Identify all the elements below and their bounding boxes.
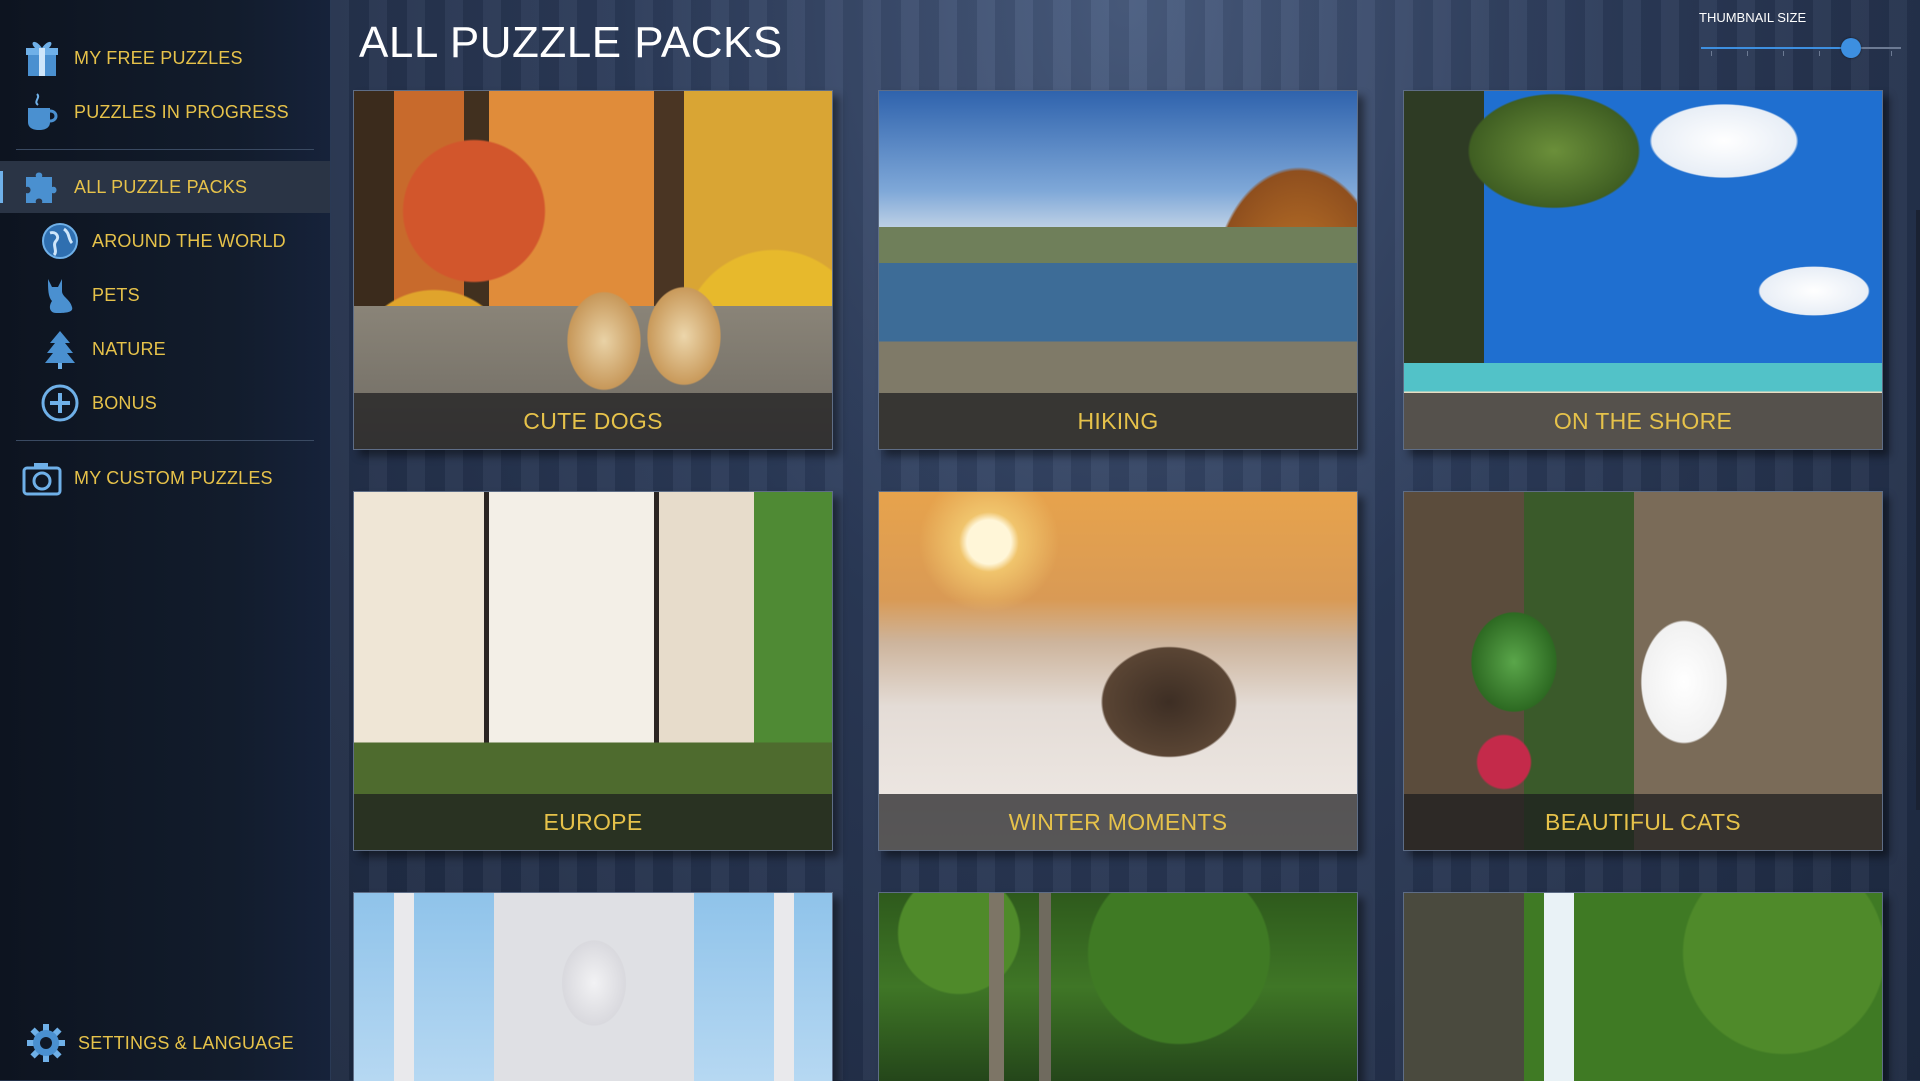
puzzle-pack-tile[interactable]	[353, 892, 833, 1081]
puzzle-piece-icon	[22, 167, 62, 207]
puzzle-pack-tile[interactable]: ON THE SHORE	[1403, 90, 1883, 450]
sidebar-item-label: MY CUSTOM PUZZLES	[74, 467, 273, 488]
sidebar-item-label: MY FREE PUZZLES	[74, 47, 243, 68]
sidebar-item-all-puzzle-packs[interactable]: ALL PUZZLE PACKS	[0, 161, 330, 213]
slider-knob[interactable]	[1841, 38, 1861, 58]
gift-icon	[22, 38, 62, 78]
main-content: ALL PUZZLE PACKS THUMBNAIL SIZE CUTE DOG…	[331, 0, 1920, 1081]
settings-language-label: SETTINGS & LANGUAGE	[78, 1032, 294, 1053]
sidebar-item-label: AROUND THE WORLD	[92, 230, 286, 251]
sidebar: MY FREE PUZZLES PUZZLES IN PROGRESS ALL …	[0, 0, 331, 1080]
slider-tick	[1891, 51, 1892, 56]
gear-icon	[26, 1023, 66, 1063]
pack-caption: EUROPE	[354, 794, 832, 850]
puzzle-pack-tile[interactable]: BEAUTIFUL CATS	[1403, 491, 1883, 851]
active-indicator	[0, 171, 3, 203]
sidebar-item-my-custom-puzzles[interactable]: MY CUSTOM PUZZLES	[0, 452, 330, 504]
sidebar-item-my-free-puzzles[interactable]: MY FREE PUZZLES	[0, 32, 330, 84]
sidebar-item-label: NATURE	[92, 338, 166, 359]
plus-circle-icon	[40, 383, 80, 423]
pack-name: BEAUTIFUL CATS	[1545, 808, 1741, 835]
cat-icon	[40, 275, 80, 315]
sidebar-item-label: ALL PUZZLE PACKS	[74, 176, 248, 197]
slider-fill	[1701, 47, 1851, 49]
pack-name: ON THE SHORE	[1553, 407, 1733, 434]
tree-icon	[40, 329, 80, 369]
sidebar-item-around-the-world[interactable]: AROUND THE WORLD	[0, 215, 330, 267]
pack-thumbnail	[1404, 893, 1882, 1081]
pack-name: EUROPE	[543, 808, 643, 835]
thumbnail-size-label: THUMBNAIL SIZE	[1699, 10, 1807, 25]
pack-thumbnail	[879, 893, 1357, 1081]
sidebar-item-label: PETS	[92, 284, 140, 305]
pack-thumbnail	[354, 893, 832, 1081]
sidebar-item-label: PUZZLES IN PROGRESS	[74, 101, 289, 122]
puzzle-pack-tile[interactable]: EUROPE	[353, 491, 833, 851]
pack-name: WINTER MOMENTS	[1008, 808, 1228, 835]
puzzle-pack-tile[interactable]: WINTER MOMENTS	[878, 491, 1358, 851]
thumbnail-size-slider[interactable]	[1701, 38, 1901, 58]
page-title: ALL PUZZLE PACKS	[359, 18, 783, 67]
sidebar-item-bonus[interactable]: BONUS	[0, 377, 330, 429]
slider-tick	[1783, 51, 1784, 56]
sidebar-item-nature[interactable]: NATURE	[0, 323, 330, 375]
sidebar-item-puzzles-in-progress[interactable]: PUZZLES IN PROGRESS	[0, 86, 330, 138]
pack-caption: CUTE DOGS	[354, 393, 832, 449]
sidebar-item-label: BONUS	[92, 392, 158, 413]
puzzle-pack-tile[interactable]: CUTE DOGS	[353, 90, 833, 450]
pack-caption: ON THE SHORE	[1404, 393, 1882, 449]
camera-icon	[22, 458, 62, 498]
slider-tick	[1819, 51, 1820, 56]
globe-icon	[40, 221, 80, 261]
coffee-cup-icon	[22, 92, 62, 132]
sidebar-item-pets[interactable]: PETS	[0, 269, 330, 321]
pack-caption: HIKING	[879, 393, 1357, 449]
pack-name: HIKING	[1077, 407, 1159, 434]
settings-language-button[interactable]: SETTINGS & LANGUAGE	[0, 1017, 330, 1069]
sidebar-divider	[16, 440, 314, 441]
pack-name: CUTE DOGS	[523, 407, 663, 434]
puzzle-pack-tile[interactable]	[1403, 892, 1883, 1081]
puzzle-pack-tile[interactable]: HIKING	[878, 90, 1358, 450]
sidebar-divider	[16, 149, 314, 150]
slider-tick	[1747, 51, 1748, 56]
pack-caption: WINTER MOMENTS	[879, 794, 1357, 850]
puzzle-pack-tile[interactable]	[878, 892, 1358, 1081]
pack-caption: BEAUTIFUL CATS	[1404, 794, 1882, 850]
slider-tick	[1711, 51, 1712, 56]
vertical-scrollbar[interactable]	[1916, 210, 1920, 810]
